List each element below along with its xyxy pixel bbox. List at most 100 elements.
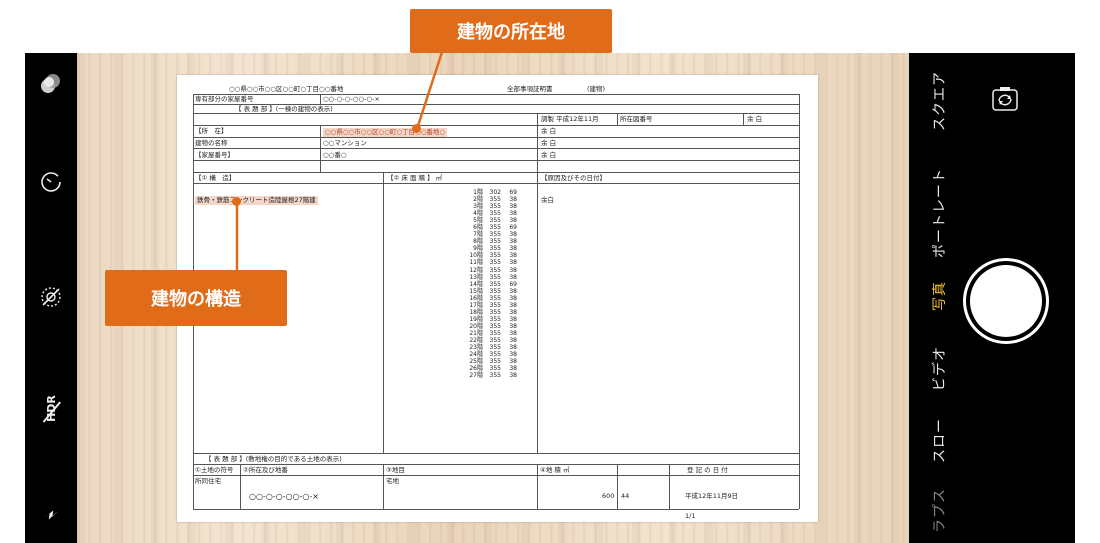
land-row-area: 600 [602,492,615,500]
floor-area-decimal: 38 [509,336,517,344]
land-row-number: 所同住宅 [195,477,221,485]
location-marker [412,124,421,133]
floor-level: 13階 [469,273,483,281]
floor-area-decimal: 69 [509,189,517,196]
floor-area-decimal: 38 [509,217,517,225]
live-photo-icon[interactable] [25,69,77,99]
floor-area-decimal: 38 [509,210,517,218]
floor-row: 12階 355 38 [442,267,517,274]
mode-square[interactable]: スクエア [929,71,949,131]
land-area-label: ④地 積 ㎡ [540,466,570,474]
floor-area: 355 [489,259,501,267]
floor-area: 355 [489,287,501,295]
floor-area: 355 [489,344,501,352]
land-number-label: ①土地の符号 [195,466,234,474]
floor-area-decimal: 38 [509,245,517,253]
floor-row: 19階 355 38 [442,316,517,323]
floor-area-decimal: 38 [509,231,517,239]
floor-level: 20階 [469,322,483,330]
callout-location-text: 建物の所在地 [457,22,565,43]
filter-off-icon[interactable] [25,282,77,312]
floor-area-decimal: 38 [509,315,517,323]
table-line [320,94,321,104]
table-line [193,160,799,161]
floor-row: 11階 355 38 [442,259,517,266]
floor-level: 12階 [469,266,483,274]
floor-level: 18階 [469,308,483,316]
mode-timelapse[interactable]: ラプス [929,488,949,533]
floor-row: 1階 302 69 [442,189,517,196]
floor-area: 355 [489,196,501,204]
table-line [537,464,538,509]
house-number-value: ○○番○ [323,151,347,159]
table-line [320,125,321,172]
floor-area: 355 [489,329,501,337]
floor-level: 14階 [469,280,483,288]
table-line [617,113,618,125]
land-row-date: 平成12年11月9日 [685,492,739,500]
blank-mark: 余 白 [541,139,557,147]
floor-area: 355 [489,238,501,246]
page-number: 1/1 [685,512,696,520]
camera-flip-icon[interactable] [988,83,1022,117]
registration-date-label: 登 記 の 日 付 [687,466,728,474]
flash-off-icon[interactable] [25,500,77,530]
timer-icon[interactable] [25,167,77,197]
building-name-value: ○○マンション [323,139,367,147]
table-line [193,453,799,454]
table-line [193,183,799,184]
blank-mark: 余 白 [541,127,557,135]
floor-area: 355 [489,308,501,316]
doc-title-type: (建物) [587,85,606,93]
table-line [193,148,799,149]
floor-area: 355 [489,315,501,323]
table-line [193,464,799,465]
land-location-label: ②所在及び地番 [243,466,288,474]
floor-level: 22階 [469,336,483,344]
table-line [193,475,799,476]
floor-row: 27階 355 38 [442,372,517,379]
floor-area: 355 [489,231,501,239]
hdr-off-icon[interactable]: HDR [25,393,77,423]
table-line [799,94,800,509]
doc-top-address: ○○県○○市○○区○○町○丁目○○番地 [229,85,344,93]
floor-area-decimal: 38 [509,344,517,352]
floor-row: 15階 355 38 [442,288,517,295]
mode-photo[interactable]: 写真 [929,281,949,311]
shutter-button[interactable] [970,265,1042,337]
table-line [669,464,670,509]
table-line [193,94,799,95]
section-title-land: 【 表 題 部 】(敷地権の目的である土地の表示) [205,455,342,463]
table-line [383,172,384,453]
floor-area: 355 [489,336,501,344]
id-label: 専有部分の家屋番号 [195,95,254,103]
floor-level: 15階 [469,287,483,295]
floor-row: 17階 355 38 [442,302,517,309]
floor-area-label: 【② 床 面 積 】 ㎡ [387,174,443,182]
table-line [743,113,744,125]
floor-row: 21階 355 38 [442,330,517,337]
floor-row: 22階 355 38 [442,337,517,344]
doc-title: 全部事項証明書 [507,85,553,93]
floor-area-decimal: 38 [509,238,517,246]
floor-area: 302 [489,189,501,196]
mode-portrait[interactable]: ポートレート [929,168,949,258]
floor-area: 355 [489,210,501,218]
floor-row: 20階 355 38 [442,323,517,330]
floor-area: 355 [489,224,501,232]
table-line [193,125,799,126]
blank-mark: 余 白 [541,151,557,159]
mode-slo-mo[interactable]: スロー [929,418,949,463]
floor-area-decimal: 38 [509,322,517,330]
mode-video[interactable]: ビデオ [929,346,949,391]
prepared-date: 調製 平成12年11月 [541,115,599,123]
section-title: 【 表 題 部 】(一棟の建物の表示) [235,105,333,113]
floor-area-decimal: 38 [509,196,517,204]
land-row-area-decimal: 44 [621,492,630,500]
floor-area: 355 [489,280,501,288]
callout-structure-text: 建物の構造 [151,289,241,310]
callout-structure-pointer [235,203,239,270]
floor-area-decimal: 38 [509,358,517,366]
floor-row: 18階 355 38 [442,309,517,316]
table-line [193,172,799,173]
